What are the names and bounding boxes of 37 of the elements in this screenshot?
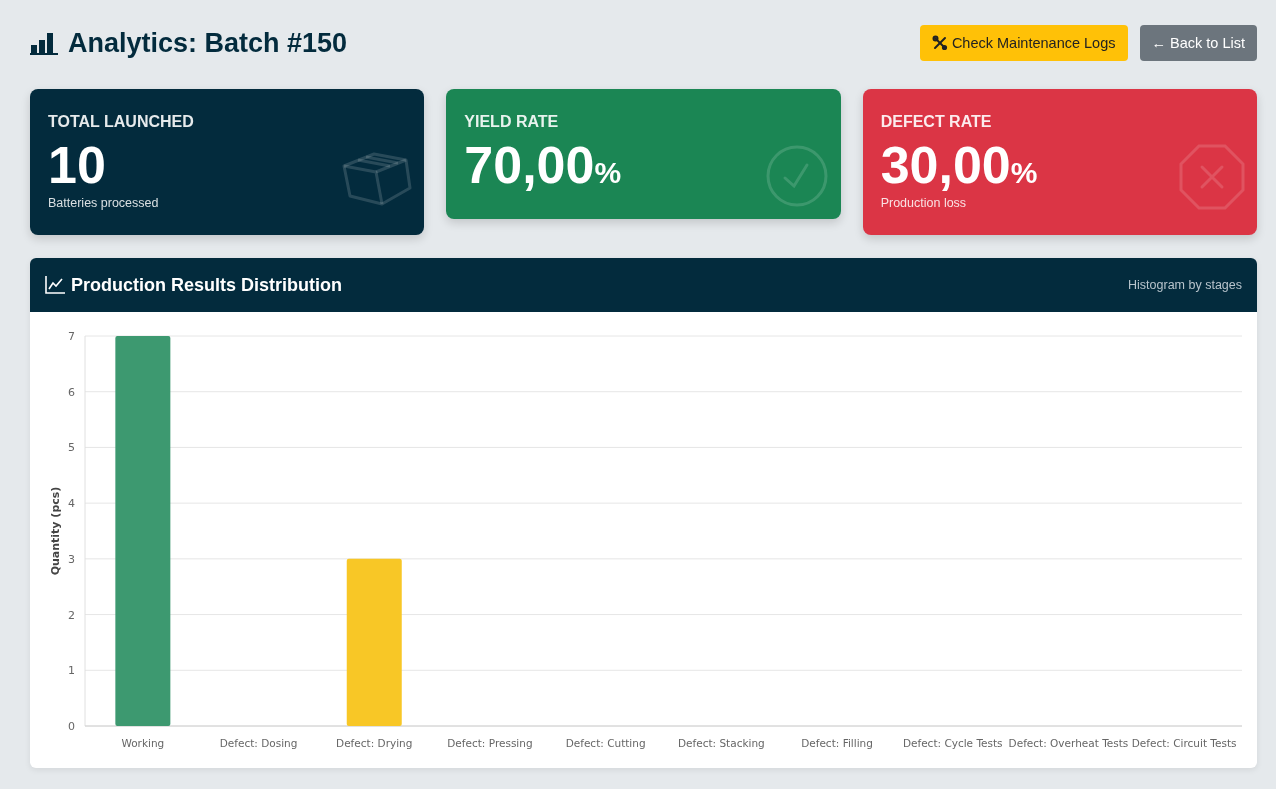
x-tick-label: Defect: Cutting [565,737,646,750]
panel-note: Histogram by stages [1128,278,1242,293]
card-value: 10 [48,137,106,195]
x-tick-label: Defect: Dosing [219,737,298,750]
bar-chart-icon [30,31,58,55]
card-title: TOTAL LAUNCHED [48,113,195,131]
tools-icon [931,35,948,51]
y-tick-label: 3 [68,553,75,567]
card-title: YIELD RATE [464,113,560,131]
y-tick-label: 6 [68,385,75,399]
card-subtitle: Production loss [880,196,968,211]
x-tick-label: Defect: Filling [801,737,873,750]
y-tick-label: 4 [68,497,75,511]
y-tick-label: 2 [68,608,75,622]
card-value: 30,00% [880,137,1038,195]
y-tick-label: 0 [68,720,75,734]
x-tick-label: Defect: Cycle Tests [902,737,1003,750]
x-tick-label: Working [121,737,165,750]
panel-title: Production Results Distribution [71,274,342,296]
card-title: DEFECT RATE [880,113,993,131]
x-tick-label: Defect: Overheat Tests [1008,737,1129,750]
card-value: 70,00% [464,137,622,195]
page-title: Analytics: Batch #150 [68,27,348,59]
check-circle-icon [764,144,829,208]
x-tick-label: Defect: Drying [336,737,413,750]
y-axis-label: Quantity (pcs) [49,486,62,576]
x-tick-label: Defect: Stacking [677,737,765,750]
x-tick-label: Defect: Pressing [447,737,533,750]
line-chart-icon [45,276,65,295]
back-to-list-button[interactable]: ← Back to List [1139,25,1257,61]
maintenance-logs-button[interactable]: Check Maintenance Logs [919,25,1128,61]
y-tick-label: 7 [68,330,75,344]
x-tick-label: Defect: Circuit Tests [1131,737,1237,750]
card-subtitle: Batteries processed [48,196,160,211]
y-tick-label: 5 [68,441,75,455]
y-tick-label: 1 [68,664,75,678]
octagon-x-icon [1179,144,1245,210]
